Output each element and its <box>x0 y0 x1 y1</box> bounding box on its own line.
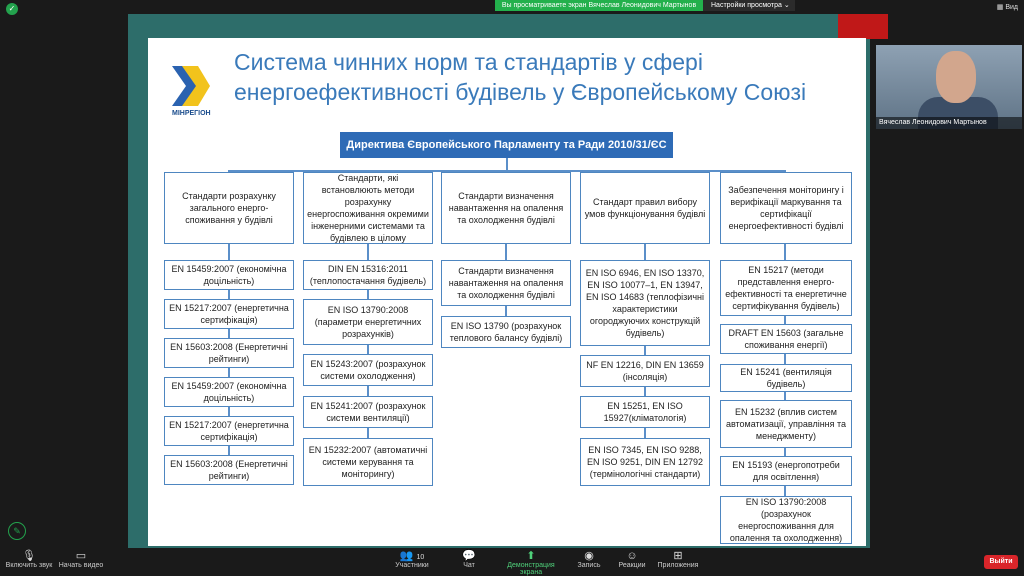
col4-item: EN ISO 6946, EN ISO 13370, EN ISO 10077–… <box>580 260 710 346</box>
participant-face <box>936 51 976 103</box>
participants-icon: 👥 10 <box>399 550 425 562</box>
col1-header: Стандарти розрахунку загального енерго-с… <box>164 172 294 244</box>
unmute-button[interactable]: 🎙 Включить звук <box>4 548 54 576</box>
col2-item: EN ISO 13790:2008 (параметри енергетични… <box>303 299 433 345</box>
slide-title-line2: енергоефективності будівель у Європейськ… <box>234 79 807 105</box>
logo-text: МІНРЕГІОН <box>172 110 211 117</box>
participant-video-tile[interactable]: Вячеслав Леонидович Мартынов <box>876 45 1022 129</box>
participants-button[interactable]: 👥 10 Участники <box>392 548 432 576</box>
meeting-toolbar: 🎙 Включить звук ▭ Начать видео 👥 10 Учас… <box>0 548 1024 576</box>
col1-item: EN 15603:2008 (Енергетичні рейтинги) <box>164 455 294 485</box>
connector <box>506 158 508 170</box>
col3-item: EN ISO 13790 (розрахунок теплового балан… <box>441 316 571 348</box>
record-label: Запись <box>577 562 601 569</box>
minregion-logo <box>172 66 210 106</box>
col1-item: EN 15459:2007 (економічна доцільність) <box>164 260 294 290</box>
view-options-label: Настройки просмотра <box>711 2 782 9</box>
share-screen-label: Демонстрация экрана <box>507 562 555 576</box>
col1-item: EN 15217:2007 (енергетична сертифікація) <box>164 416 294 446</box>
view-label: Вид <box>1005 4 1018 11</box>
chat-label: Чат <box>463 562 475 569</box>
reactions-label: Реакции <box>618 562 646 569</box>
col1-item: EN 15217:2007 (енергетична сертифікація) <box>164 299 294 329</box>
col4-header: Стандарт правил вибору умов функціонуван… <box>580 172 710 244</box>
directive-box: Директива Європейського Парламенту та Ра… <box>340 132 673 158</box>
start-video-label: Начать видео <box>58 562 104 569</box>
col2-item: EN 15243:2007 (розрахунок системи охолод… <box>303 354 433 386</box>
slide-title-line1: Система чинних норм та стандартів у сфер… <box>234 49 703 75</box>
grid-icon: ▦ <box>996 4 1004 11</box>
share-notice: Вы просматриваете экран Вячеслав Леонидо… <box>495 0 703 11</box>
apps-button[interactable]: ⊞ Приложения <box>656 548 700 576</box>
screen-share-bar: ✓ Вы просматриваете экран Вячеслав Леони… <box>0 0 1024 15</box>
apps-icon: ⊞ <box>673 550 683 562</box>
col4-item: EN ISO 7345, EN ISO 9288, EN ISO 9251, D… <box>580 438 710 486</box>
col5-item: EN 15193 (енергопотреби для освітлення) <box>720 456 852 486</box>
chevron-down-icon: ⌄ <box>783 2 790 9</box>
chat-button[interactable]: 💬 Чат <box>454 548 484 576</box>
col1-item: EN 15459:2007 (економічна доцільність) <box>164 377 294 407</box>
leave-button[interactable]: Выйти <box>984 555 1018 569</box>
col5-item: EN 15232 (вплив систем автоматизації, уп… <box>720 400 852 448</box>
record-button[interactable]: ◉ Запись <box>574 548 604 576</box>
unmute-label: Включить звук <box>5 562 53 569</box>
reactions-icon: ☺ <box>626 550 638 562</box>
col2-item: EN 15232:2007 (автоматичні системи керув… <box>303 438 433 486</box>
col5-item: DRAFT EN 15603 (загальне споживання енер… <box>720 324 852 354</box>
share-screen-button[interactable]: ⬆ Демонстрация экрана <box>496 548 566 576</box>
apps-label: Приложения <box>657 562 699 569</box>
shared-red-element <box>838 14 888 39</box>
presentation-slide: МІНРЕГІОН Система чинних норм та стандар… <box>148 38 866 546</box>
col5-header: Забезпечення моніторингу і верифікації м… <box>720 172 852 244</box>
participants-count: 10 <box>416 554 425 561</box>
start-video-button[interactable]: ▭ Начать видео <box>58 548 104 576</box>
slide-title: Система чинних норм та стандартів у сфер… <box>234 47 806 107</box>
participants-label: Участники <box>395 562 429 569</box>
col3-item: Стандарти визначення навантаження на опа… <box>441 260 571 306</box>
col4-item: NF EN 12216, DIN EN 13659 (інсоляція) <box>580 355 710 387</box>
shield-icon[interactable]: ✓ <box>6 3 18 15</box>
participant-name: Вячеслав Леонидович Мартынов <box>876 117 1022 129</box>
col2-item: DIN EN 15316:2011 (теплопостачання будів… <box>303 260 433 290</box>
record-icon: ◉ <box>584 550 594 562</box>
share-screen-icon: ⬆ <box>526 550 536 562</box>
col1-item: EN 15603:2008 (Енергетичні рейтинги) <box>164 338 294 368</box>
reactions-button[interactable]: ☺ Реакции <box>616 548 648 576</box>
col5-item: EN ISO 13790:2008 (розрахунок енергоспож… <box>720 496 852 544</box>
col2-item: EN 15241:2007 (розрахунок системи вентил… <box>303 396 433 428</box>
col4-item: EN 15251, EN ISO 15927(кліматологія) <box>580 396 710 428</box>
video-off-icon: ▭ <box>75 550 87 562</box>
col2-header: Стандарти, які встановлюють методи розра… <box>303 172 433 244</box>
chat-icon: 💬 <box>462 550 476 562</box>
col3-header: Стандарти визначення навантаження на опа… <box>441 172 571 244</box>
mic-muted-icon: 🎙 <box>22 550 36 562</box>
col5-item: EN 15217 (методи представлення енерго-еф… <box>720 260 852 316</box>
annotate-pencil-icon[interactable]: ✎ <box>8 522 26 540</box>
col5-item: EN 15241 (вентиляція будівель) <box>720 364 852 392</box>
view-button[interactable]: ▦ Вид <box>997 3 1018 11</box>
view-options-dropdown[interactable]: Настройки просмотра ⌄ <box>703 0 795 11</box>
